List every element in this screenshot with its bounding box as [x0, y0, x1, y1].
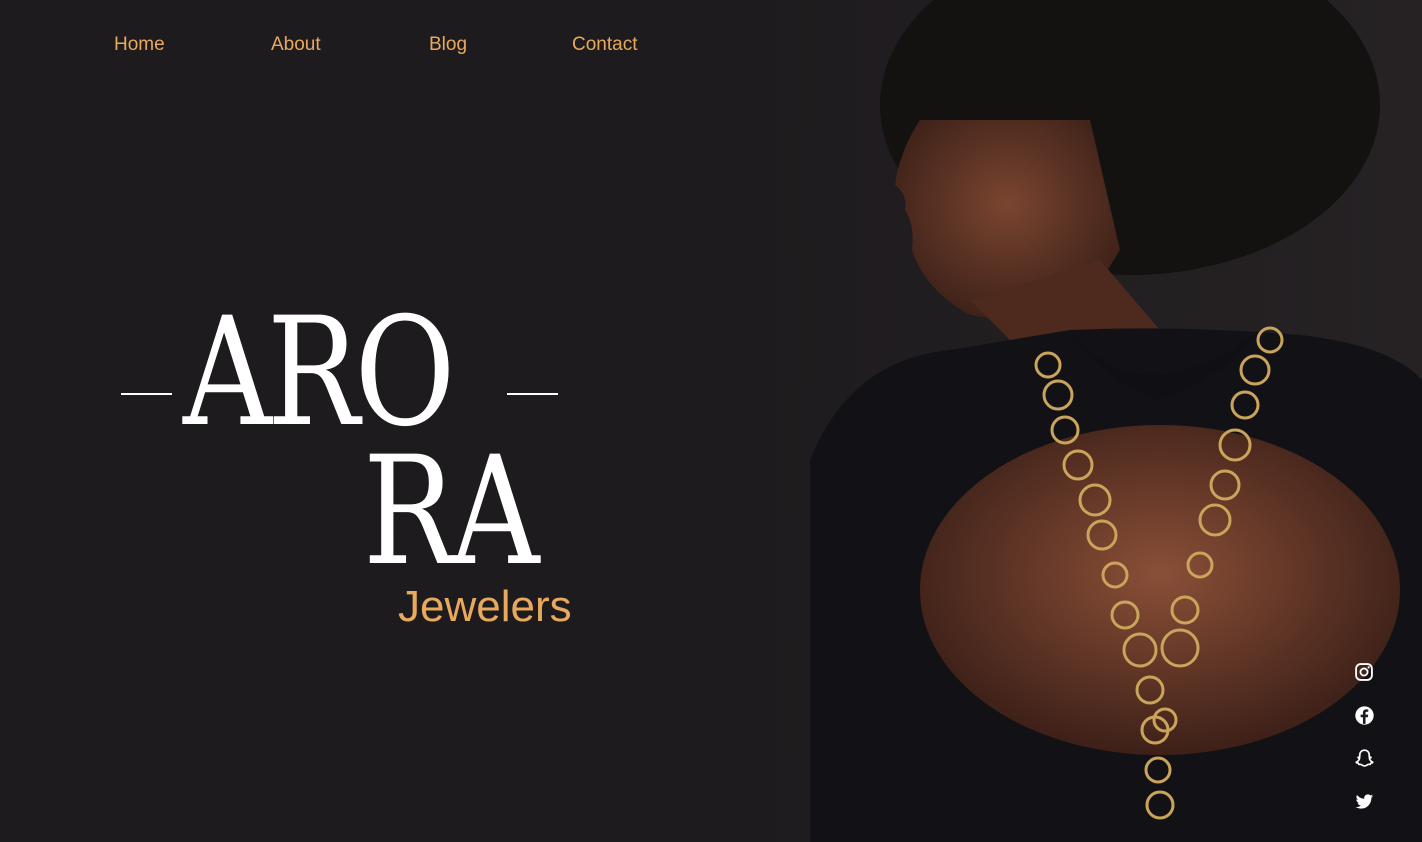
- snapchat-link[interactable]: [1352, 746, 1376, 770]
- logo-dash-right: [507, 393, 558, 395]
- snapchat-icon: [1354, 748, 1374, 767]
- instagram-link[interactable]: [1352, 660, 1376, 684]
- logo-word-line2: RA: [363, 425, 540, 599]
- twitter-icon: [1355, 793, 1373, 809]
- instagram-icon: [1355, 663, 1373, 681]
- hero-photo: [740, 0, 1422, 842]
- facebook-link[interactable]: [1352, 703, 1376, 727]
- logo-subtitle: Jewelers: [398, 582, 572, 631]
- logo-dash-left: [121, 393, 172, 395]
- brand-logo: ARO RA Jewelers: [0, 0, 700, 842]
- hero-photo-illustration: [740, 0, 1422, 842]
- twitter-link[interactable]: [1352, 789, 1376, 813]
- facebook-icon: [1354, 705, 1374, 725]
- back-opening-shape: [920, 425, 1400, 755]
